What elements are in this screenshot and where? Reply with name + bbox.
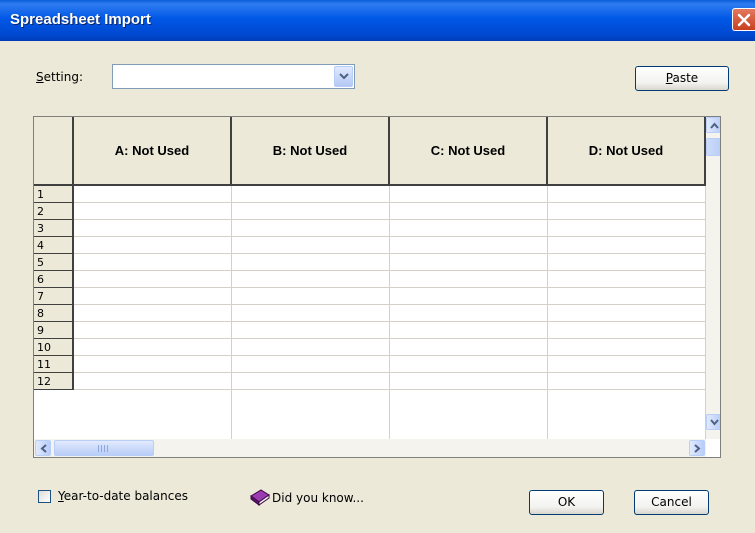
scroll-up-button[interactable] [706, 117, 720, 133]
close-button[interactable] [732, 8, 755, 31]
scroll-right-button[interactable] [689, 440, 705, 456]
row-gridline [74, 202, 706, 203]
row-gridline [74, 338, 706, 339]
row-header[interactable]: 6 [34, 271, 74, 288]
column-header[interactable]: B: Not Used [232, 117, 390, 186]
row-header[interactable]: 7 [34, 288, 74, 305]
ok-button[interactable]: OK [529, 490, 604, 515]
setting-dropdown[interactable] [112, 64, 355, 89]
import-grid[interactable]: A: Not Used B: Not Used C: Not Used D: Not … [33, 116, 721, 458]
chevron-left-icon [40, 444, 47, 453]
row-header[interactable]: 11 [34, 356, 74, 373]
setting-label: Setting: [36, 70, 84, 84]
horizontal-scroll-thumb[interactable] [54, 440, 154, 456]
close-icon [737, 13, 751, 27]
book-icon [250, 489, 270, 506]
setting-dropdown-button[interactable] [334, 66, 353, 87]
row-gridline [74, 389, 706, 390]
window-title: Spreadsheet Import [10, 11, 151, 28]
row-header[interactable]: 3 [34, 220, 74, 237]
chevron-down-icon [339, 73, 349, 80]
row-header[interactable]: 9 [34, 322, 74, 339]
scroll-down-button[interactable] [706, 414, 720, 430]
column-gridline [547, 186, 548, 439]
paste-button[interactable]: Paste [635, 66, 729, 91]
row-gridline [74, 355, 706, 356]
column-gridline [231, 186, 232, 439]
ytd-balances-label[interactable]: Year-to-date balances [58, 489, 188, 503]
row-gridline [74, 236, 706, 237]
spreadsheet-import-dialog: Spreadsheet Import Setting: Paste A: Not… [0, 0, 755, 533]
scroll-thumb-grip [98, 445, 110, 452]
title-bar[interactable]: Spreadsheet Import [0, 0, 755, 41]
row-gridline [74, 372, 706, 373]
row-header[interactable]: 10 [34, 339, 74, 356]
row-gridline [74, 321, 706, 322]
row-header[interactable]: 2 [34, 203, 74, 220]
row-header[interactable]: 8 [34, 305, 74, 322]
column-header[interactable]: D: Not Used [548, 117, 706, 186]
row-header[interactable]: 1 [34, 186, 74, 203]
row-gridline [74, 253, 706, 254]
row-header[interactable]: 12 [34, 373, 74, 390]
horizontal-scrollbar[interactable] [34, 439, 706, 457]
cancel-button[interactable]: Cancel [634, 490, 709, 515]
column-header[interactable]: C: Not Used [390, 117, 548, 186]
row-header[interactable]: 4 [34, 237, 74, 254]
ytd-balances-checkbox[interactable] [38, 490, 51, 503]
row-gridline [74, 270, 706, 271]
chevron-right-icon [694, 444, 701, 453]
scroll-left-button[interactable] [35, 440, 51, 456]
chevron-up-icon [710, 122, 719, 129]
row-gridline [74, 219, 706, 220]
grid-corner [34, 117, 74, 186]
row-header[interactable]: 5 [34, 254, 74, 271]
vertical-scroll-thumb[interactable] [706, 138, 720, 156]
vertical-scrollbar[interactable] [706, 117, 720, 439]
row-gridline [74, 304, 706, 305]
chevron-down-icon [710, 419, 719, 426]
row-gridline [74, 287, 706, 288]
column-gridline [389, 186, 390, 439]
column-header[interactable]: A: Not Used [74, 117, 232, 186]
